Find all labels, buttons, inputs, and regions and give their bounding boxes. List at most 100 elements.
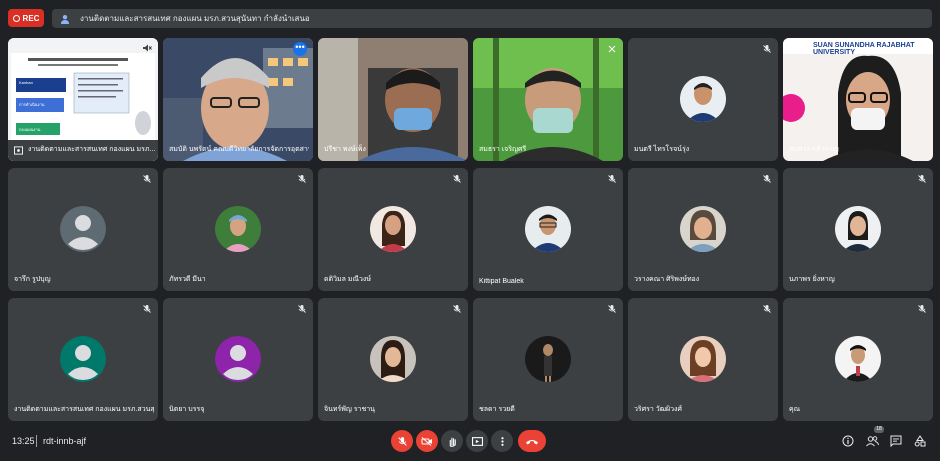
participant-tile-video[interactable]: สมธรา เจริญศรี: [473, 38, 623, 161]
participant-name: สมพวง กล้าหาญ: [789, 146, 839, 153]
activities-button[interactable]: [912, 433, 928, 449]
participant-tile[interactable]: นิตยา บรรจุ: [163, 298, 313, 421]
participant-tile[interactable]: ชลดา รวยดี: [473, 298, 623, 421]
participant-video: [318, 38, 468, 161]
speaker-muted-icon: [143, 44, 152, 52]
default-avatar: [215, 336, 261, 382]
present-screen-icon: [471, 436, 483, 446]
participant-name: วรางคณา ศิริพงษ์ทอง: [634, 276, 700, 283]
participant-video: [163, 38, 313, 161]
default-avatar: [60, 206, 106, 252]
participant-avatar: [525, 206, 571, 252]
chat-icon: [890, 435, 902, 447]
mic-off-icon: [608, 175, 616, 183]
meeting-details-button[interactable]: [840, 433, 856, 449]
banner-text: SUAN SUNANDHA RAJABHAT UNIVERSITY: [813, 42, 915, 56]
record-icon: [12, 14, 20, 22]
mic-off-icon: [298, 305, 306, 313]
participant-name: ปรีชา พงษ์เพ็ง: [324, 146, 366, 153]
mic-off-icon: [143, 305, 151, 313]
present-now-button[interactable]: [466, 430, 488, 452]
mic-off-icon: [763, 175, 771, 183]
participant-name: คุณ: [789, 406, 801, 413]
mic-off-icon: [763, 45, 771, 53]
participant-name: จินทร์พัญ ราชานุ: [324, 406, 375, 413]
participant-avatar: [370, 336, 416, 382]
participant-avatar: [525, 336, 571, 382]
more-vert-icon: [500, 436, 504, 446]
people-button[interactable]: [864, 433, 880, 449]
presentation-slide: [8, 38, 158, 161]
slide-text: การดำเนินงาน: [19, 102, 45, 107]
participant-name: Kittipat Bualek: [479, 278, 524, 285]
participant-video: [473, 38, 623, 161]
participant-tile[interactable]: Kittipat Bualek: [473, 168, 623, 291]
participant-tile-presentation[interactable]: Kanban การดำเนินงาน กองแผนงาน งานติดตามแ…: [8, 38, 158, 161]
mic-off-icon: [763, 305, 771, 313]
mic-off-icon: [918, 305, 926, 313]
participant-tile[interactable]: ภัทรวดี มีนา: [163, 168, 313, 291]
participant-tile[interactable]: วรางคณา ศิริพงษ์ทอง: [628, 168, 778, 291]
participant-name: นิตยา บรรจุ: [169, 406, 205, 413]
participant-avatar: [215, 206, 261, 252]
raise-hand-button[interactable]: [441, 430, 463, 452]
participant-tile[interactable]: คุณ: [783, 298, 933, 421]
participant-name: ภัทรวดี มีนา: [169, 276, 206, 283]
participant-name: สมธรา เจริญศรี: [479, 146, 527, 153]
mic-off-icon: [298, 175, 306, 183]
slide-text: Kanban: [19, 80, 33, 85]
participant-tile[interactable]: ดติวิมล มณีวงษ์: [318, 168, 468, 291]
participant-avatar: [680, 206, 726, 252]
participant-name: งานติดตามและสารสนเทศ กองแผน มรภ...: [28, 146, 156, 153]
shapes-icon: [914, 435, 926, 447]
presenting-text: งานติดตามและสารสนเทศ กองแผน มรภ.สวนสุนัน…: [80, 14, 310, 23]
people-icon: [865, 436, 879, 447]
participant-name: สมบัติ นพรัตน์ คณบดีวิทยาลัยการจัดการอุต…: [169, 146, 309, 153]
hand-icon: [449, 437, 456, 447]
more-options-button[interactable]: [491, 430, 513, 452]
presenting-banner[interactable]: งานติดตามและสารสนเทศ กองแผน มรภ.สวนสุนัน…: [52, 9, 932, 28]
participant-avatar: [370, 206, 416, 252]
mic-off-icon: [143, 175, 151, 183]
recording-indicator[interactable]: REC: [8, 9, 44, 27]
participant-tile[interactable]: จารึก รูปบุญ: [8, 168, 158, 291]
person-icon: [61, 14, 69, 24]
leave-call-button[interactable]: [518, 430, 546, 452]
participant-tile[interactable]: นภาพร ยิ่งหาญ: [783, 168, 933, 291]
mic-off-icon: [453, 305, 461, 313]
participant-count-badge: 18: [874, 426, 884, 433]
unpin-icon[interactable]: [607, 44, 617, 54]
present-icon: [14, 146, 23, 155]
participant-avatar: [680, 76, 726, 122]
participant-name: ชลดา รวยดี: [479, 406, 515, 413]
participant-name: ดติวิมล มณีวงษ์: [324, 276, 371, 283]
slide-text: กองแผนงาน: [19, 127, 41, 132]
chat-button[interactable]: [888, 433, 904, 449]
participant-avatar: [680, 336, 726, 382]
participant-name: วริศรา วัฒผิวงศ์: [634, 406, 682, 413]
participant-tile[interactable]: งานติดตามและสารสนเทศ กองแผน มรภ.สวนสุนัน…: [8, 298, 158, 421]
meeting-code: rdt-innb-ajf: [43, 436, 87, 446]
more-options-button[interactable]: •••: [293, 42, 307, 56]
participant-name: จารึก รูปบุญ: [14, 276, 51, 283]
participant-tile-video[interactable]: SUAN SUNANDHA RAJABHAT UNIVERSITY สมพวง …: [783, 38, 933, 161]
participant-tile[interactable]: มนตรี ไทรโรจน์รุ่ง: [628, 38, 778, 161]
mic-off-icon: [608, 305, 616, 313]
participant-name: มนตรี ไทรโรจน์รุ่ง: [634, 146, 690, 153]
camera-toggle-button[interactable]: [416, 430, 438, 452]
mic-toggle-button[interactable]: [391, 430, 413, 452]
recording-label: REC: [22, 13, 40, 23]
hang-up-icon: [526, 439, 538, 444]
bottom-bar: 13:25 rdt-innb-ajf 18: [0, 424, 940, 461]
participant-avatar: [835, 206, 881, 252]
participant-avatar: [835, 336, 881, 382]
participant-tile-video[interactable]: ••• สมบัติ นพรัตน์ คณบดีวิทยาลัยการจัดกา…: [163, 38, 313, 161]
mic-off-icon: [453, 175, 461, 183]
participant-tile[interactable]: วริศรา วัฒผิวงศ์: [628, 298, 778, 421]
clock: 13:25: [12, 436, 35, 446]
camera-off-icon: [421, 436, 432, 446]
mic-off-icon: [397, 436, 407, 446]
participant-name: นภาพร ยิ่งหาญ: [789, 276, 835, 283]
participant-tile-video[interactable]: ปรีชา พงษ์เพ็ง: [318, 38, 468, 161]
participant-tile[interactable]: จินทร์พัญ ราชานุ: [318, 298, 468, 421]
